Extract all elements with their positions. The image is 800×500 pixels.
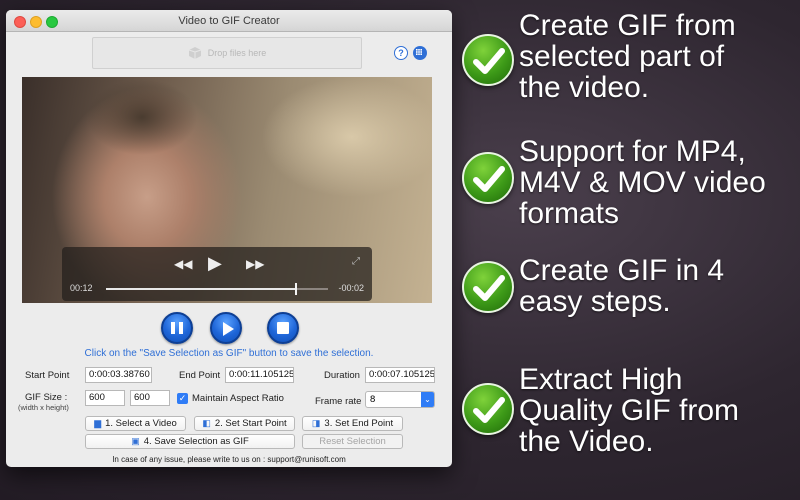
apps-grid-button[interactable] [413, 46, 427, 60]
video-scrubber[interactable] [106, 283, 328, 295]
reset-selection-label: Reset Selection [319, 436, 386, 447]
gif-height-field[interactable]: 600 [130, 390, 170, 406]
set-start-label: 2. Set Start Point [214, 418, 287, 429]
checkmark-icon [462, 261, 514, 313]
gif-size-sublabel: (width x height) [18, 403, 69, 412]
pause-button[interactable] [161, 312, 193, 344]
gif-size-label: GIF Size : [25, 392, 68, 403]
stop-button[interactable] [267, 312, 299, 344]
help-button[interactable]: ? [394, 46, 408, 60]
drop-zone-label: Drop files here [207, 48, 267, 58]
fast-forward-icon[interactable]: ▶▶ [246, 257, 264, 271]
start-point-field[interactable]: 0:00:03.38760 [85, 367, 152, 383]
feature-4-line-3: the Video. [519, 425, 654, 458]
maintain-aspect-label: Maintain Aspect Ratio [192, 393, 284, 404]
box-icon [188, 47, 201, 59]
feature-1: Create GIF from selected part of the vid… [519, 10, 736, 103]
set-end-point-button[interactable]: ◨ 3. Set End Point [302, 416, 403, 431]
save-gif-button[interactable]: ▣ 4. Save Selection as GIF [85, 434, 295, 449]
checkmark-icon [462, 34, 514, 86]
window-title: Video to GIF Creator [178, 15, 280, 27]
app-window: Video to GIF Creator Drop files here ? ◀… [6, 10, 452, 467]
save-gif-label: 4. Save Selection as GIF [143, 436, 249, 447]
scrubber-handle[interactable] [294, 283, 297, 295]
grid-icon [416, 49, 422, 55]
feature-1-line-3: the video. [519, 71, 650, 104]
drop-zone[interactable]: Drop files here [92, 37, 362, 69]
feature-2: Support for MP4, M4V & MOV video formats [519, 136, 766, 229]
feature-2-line-1: Support for MP4, [519, 135, 746, 168]
feature-3-line-1: Create GIF in 4 [519, 254, 725, 287]
feature-4-line-1: Extract High [519, 363, 683, 396]
feature-2-line-2: M4V & MOV video [519, 166, 766, 199]
frame-rate-label: Frame rate [315, 396, 362, 407]
end-point-field[interactable]: 0:00:11.105125 [225, 367, 294, 383]
play-icon [223, 322, 234, 336]
play-icon[interactable]: ▶ [208, 253, 222, 274]
frame-rate-value: 8 [370, 394, 376, 405]
duration-label: Duration [324, 370, 360, 381]
feature-3: Create GIF in 4 easy steps. [519, 255, 724, 317]
gif-width-field[interactable]: 600 [85, 390, 125, 406]
maintain-aspect-checkbox[interactable]: ✓ [177, 393, 188, 404]
feature-3-line-2: easy steps. [519, 285, 671, 318]
reset-selection-button[interactable]: Reset Selection [302, 434, 403, 449]
instruction-hint: Click on the "Save Selection as GIF" but… [84, 348, 374, 359]
duration-field[interactable]: 0:00:07.105125 [365, 367, 435, 383]
select-video-label: 1. Select a Video [105, 418, 177, 429]
mark-end-icon: ◨ [311, 418, 321, 428]
support-footer: In case of any issue, please write to us… [112, 455, 346, 464]
set-end-label: 3. Set End Point [324, 418, 394, 429]
scrubber-progress [106, 288, 295, 290]
end-point-label: End Point [179, 370, 221, 381]
fullscreen-icon[interactable]: ⤢ [352, 256, 360, 267]
rewind-icon[interactable]: ◀◀ [174, 257, 192, 271]
checkmark-icon [462, 152, 514, 204]
select-video-button[interactable]: ▆ 1. Select a Video [85, 416, 186, 431]
feature-4: Extract High Quality GIF from the Video. [519, 364, 739, 457]
checkmark-icon [462, 383, 514, 435]
feature-2-line-3: formats [519, 197, 620, 230]
feature-4-line-2: Quality GIF from [519, 394, 740, 427]
feature-1-line-2: selected part of [519, 40, 725, 73]
start-point-label: Start Point [25, 370, 70, 381]
title-bar: Video to GIF Creator [6, 10, 452, 32]
stop-icon [277, 322, 289, 334]
elapsed-time: 00:12 [70, 283, 93, 293]
play-button[interactable] [210, 312, 242, 344]
folder-icon: ▆ [94, 418, 102, 428]
video-preview[interactable]: ◀◀ ▶ ▶▶ ⤢ 00:12 -00:02 [22, 77, 432, 303]
video-controls: ◀◀ ▶ ▶▶ ⤢ 00:12 -00:02 [62, 247, 372, 301]
mark-start-icon: ◧ [202, 418, 211, 428]
set-start-point-button[interactable]: ◧ 2. Set Start Point [194, 416, 295, 431]
remaining-time: -00:02 [338, 283, 364, 293]
chevron-updown-icon: ⌄ [421, 392, 434, 407]
frame-rate-select[interactable]: 8 ⌄ [365, 391, 435, 408]
save-icon: ▣ [131, 436, 140, 446]
feature-1-line-1: Create GIF from [519, 9, 736, 42]
